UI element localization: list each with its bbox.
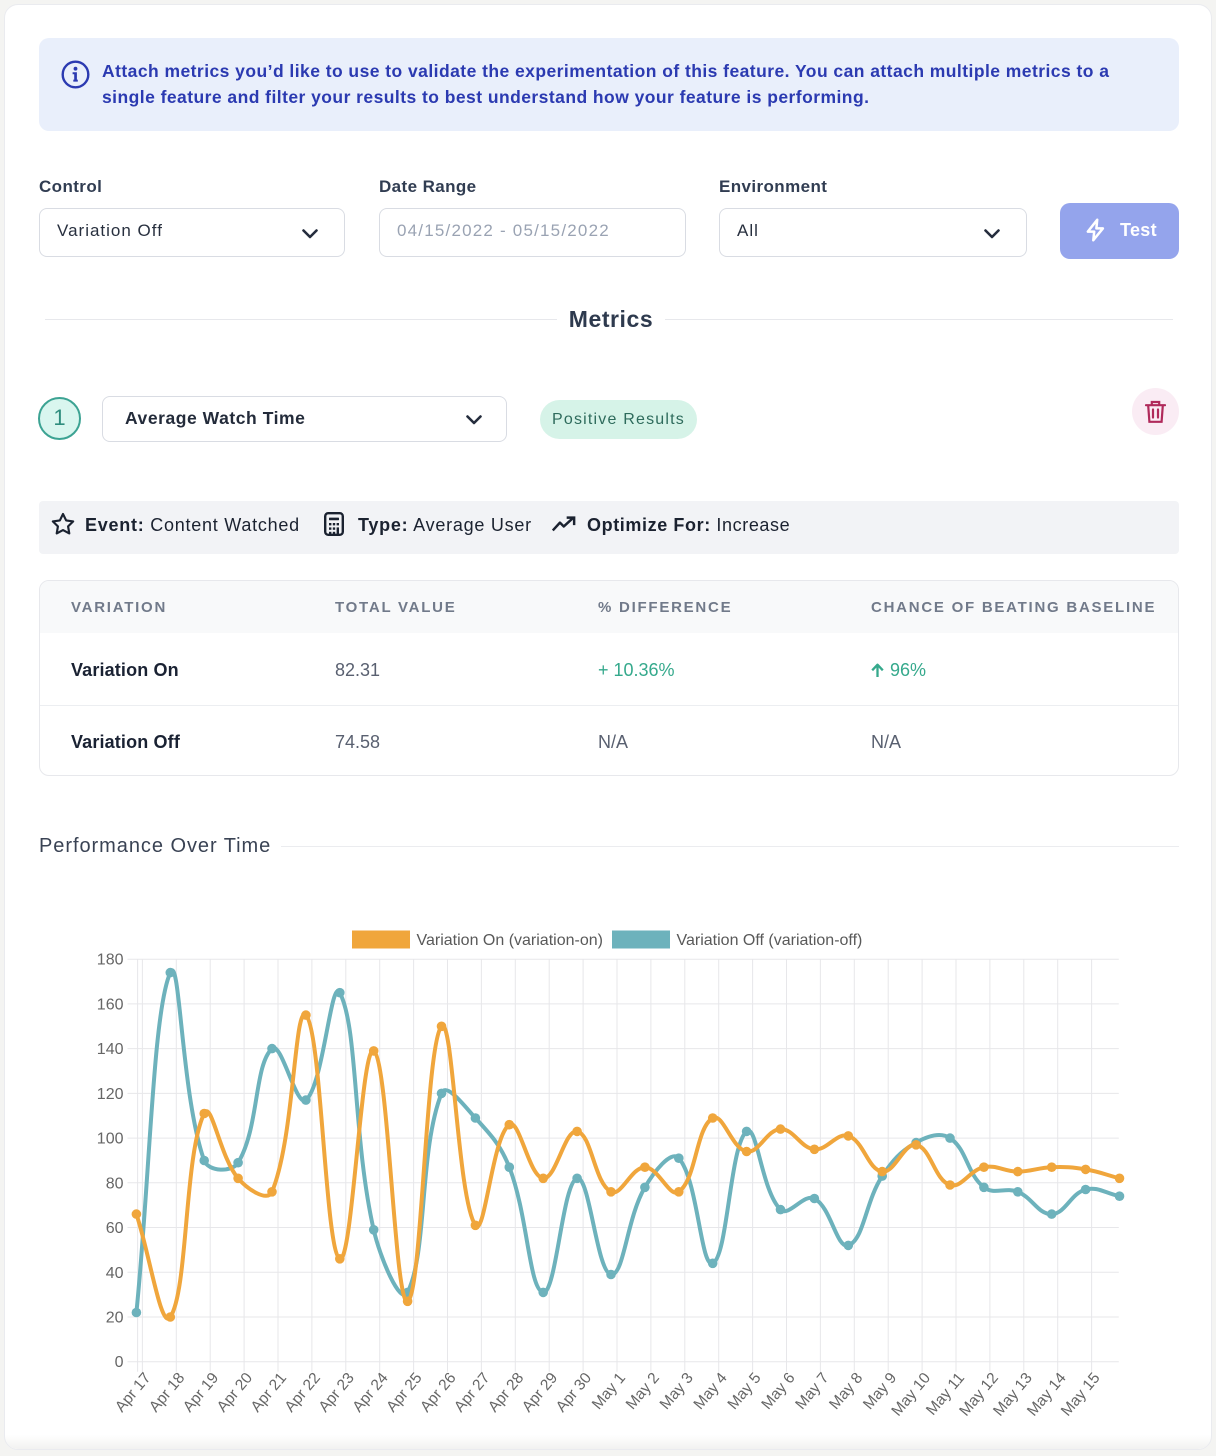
svg-text:Apr 24: Apr 24 [349,1369,392,1415]
svg-text:May 6: May 6 [758,1370,798,1413]
svg-text:Apr 26: Apr 26 [417,1370,459,1416]
svg-text:80: 80 [106,1175,124,1192]
svg-text:Apr 29: Apr 29 [519,1370,561,1416]
svg-text:Apr 18: Apr 18 [146,1370,188,1416]
svg-text:May 4: May 4 [691,1369,731,1413]
svg-text:Apr 21: Apr 21 [248,1370,290,1416]
svg-text:May 1: May 1 [589,1370,629,1413]
svg-text:May 7: May 7 [792,1370,832,1413]
svg-text:Variation Off (variation-off): Variation Off (variation-off) [677,932,863,949]
svg-text:60: 60 [106,1220,124,1237]
svg-text:0: 0 [115,1354,124,1371]
svg-text:Apr 22: Apr 22 [282,1370,324,1416]
svg-text:Apr 19: Apr 19 [180,1370,222,1416]
svg-text:Apr 25: Apr 25 [383,1370,425,1416]
svg-text:Apr 28: Apr 28 [485,1370,527,1416]
svg-text:120: 120 [97,1086,124,1103]
svg-text:May 5: May 5 [725,1370,765,1413]
svg-text:May 8: May 8 [826,1370,866,1413]
svg-text:Apr 27: Apr 27 [451,1370,493,1416]
svg-text:May 2: May 2 [623,1370,663,1413]
svg-text:40: 40 [106,1265,124,1282]
svg-text:Apr 20: Apr 20 [214,1369,257,1415]
svg-text:160: 160 [97,996,124,1013]
svg-text:20: 20 [106,1310,124,1327]
svg-text:May 3: May 3 [657,1370,697,1413]
svg-text:Apr 23: Apr 23 [315,1370,357,1416]
svg-text:Variation On (variation-on): Variation On (variation-on) [417,932,603,949]
svg-text:180: 180 [97,952,124,969]
svg-text:100: 100 [97,1131,124,1148]
svg-text:Apr 17: Apr 17 [112,1370,154,1416]
svg-text:Apr 30: Apr 30 [553,1369,596,1415]
svg-text:140: 140 [97,1041,124,1058]
